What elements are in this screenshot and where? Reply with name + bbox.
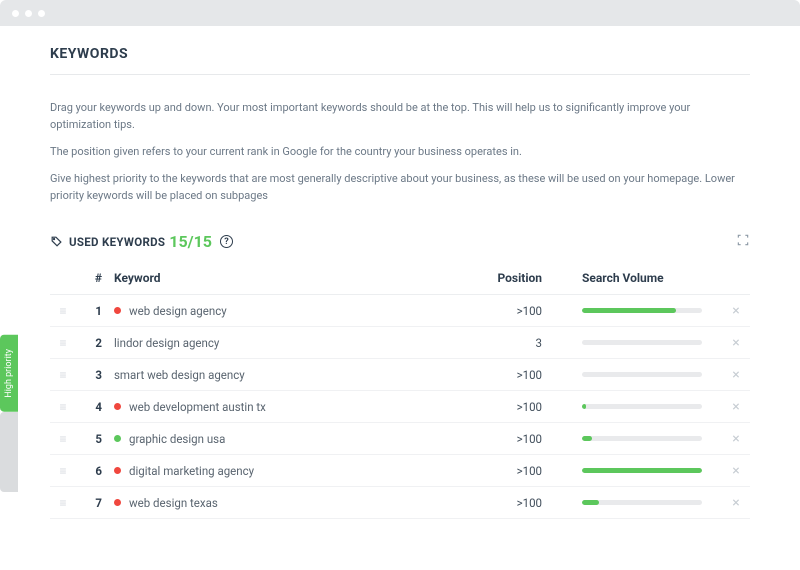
page-title: KEYWORDS (50, 46, 750, 62)
keyword-cell: web design texas (102, 496, 472, 510)
row-number: 7 (76, 496, 102, 510)
table-row[interactable]: ≡ 3 smart web design agency >100 × (50, 359, 750, 391)
status-dot-icon (114, 435, 121, 442)
table-row[interactable]: ≡ 7 web design texas >100 × (50, 487, 750, 519)
delete-row-button[interactable]: × (722, 463, 750, 479)
table-row[interactable]: ≡ 2 lindor design agency 3 × (50, 327, 750, 359)
keyword-cell: smart web design agency (102, 368, 472, 382)
row-number: 2 (76, 336, 102, 350)
row-number: 4 (76, 400, 102, 414)
intro-text: Drag your keywords up and down. Your mos… (50, 99, 750, 204)
table-row[interactable]: ≡ 6 digital marketing agency >100 × (50, 455, 750, 487)
drag-handle-icon[interactable]: ≡ (50, 464, 76, 478)
col-number: # (76, 271, 102, 285)
used-keywords-header: USED KEYWORDS 15/15 ? (50, 232, 750, 251)
window-dot (12, 10, 19, 17)
keyword-text: digital marketing agency (129, 464, 254, 478)
position-cell: >100 (472, 464, 552, 478)
tag-icon (50, 235, 63, 248)
drag-handle-icon[interactable]: ≡ (50, 432, 76, 446)
keywords-table: # Keyword Position Search Volume ≡ 1 web… (50, 261, 750, 519)
delete-row-button[interactable]: × (722, 431, 750, 447)
keyword-text: web design agency (129, 304, 227, 318)
table-row[interactable]: ≡ 4 web development austin tx >100 × (50, 391, 750, 423)
keyword-text: web design texas (129, 496, 218, 510)
browser-titlebar (0, 0, 800, 26)
volume-cell (552, 308, 722, 313)
keyword-text: smart web design agency (114, 368, 245, 382)
table-row[interactable]: ≡ 5 graphic design usa >100 × (50, 423, 750, 455)
drag-handle-icon[interactable]: ≡ (50, 336, 76, 350)
intro-line: The position given refers to your curren… (50, 143, 750, 160)
row-number: 1 (76, 304, 102, 318)
keyword-cell: web design agency (102, 304, 472, 318)
col-position: Position (472, 271, 552, 285)
drag-handle-icon[interactable]: ≡ (50, 496, 76, 510)
divider (50, 74, 750, 75)
help-icon[interactable]: ? (220, 235, 233, 248)
keyword-cell: web development austin tx (102, 400, 472, 414)
position-cell: 3 (472, 336, 552, 350)
keyword-text: lindor design agency (114, 336, 219, 350)
expand-icon[interactable] (736, 232, 750, 251)
position-cell: >100 (472, 400, 552, 414)
keyword-text: graphic design usa (129, 432, 225, 446)
status-dot-icon (114, 467, 121, 474)
position-cell: >100 (472, 432, 552, 446)
row-number: 3 (76, 368, 102, 382)
keyword-cell: digital marketing agency (102, 464, 472, 478)
status-dot-icon (114, 307, 121, 314)
status-dot-icon (114, 499, 121, 506)
volume-cell (552, 468, 722, 473)
keyword-cell: graphic design usa (102, 432, 472, 446)
drag-handle-icon[interactable]: ≡ (50, 368, 76, 382)
drag-handle-icon[interactable]: ≡ (50, 400, 76, 414)
position-cell: >100 (472, 368, 552, 382)
col-volume: Search Volume (552, 271, 722, 285)
intro-line: Drag your keywords up and down. Your mos… (50, 99, 750, 133)
row-number: 6 (76, 464, 102, 478)
position-cell: >100 (472, 304, 552, 318)
window-dot (25, 10, 32, 17)
keyword-count: 15/15 (169, 232, 212, 251)
drag-handle-icon[interactable]: ≡ (50, 304, 76, 318)
volume-cell (552, 372, 722, 377)
intro-line: Give highest priority to the keywords th… (50, 170, 750, 204)
volume-cell (552, 340, 722, 345)
volume-cell (552, 404, 722, 409)
keyword-text: web development austin tx (129, 400, 266, 414)
position-cell: >100 (472, 496, 552, 510)
col-keyword: Keyword (102, 271, 472, 285)
delete-row-button[interactable]: × (722, 335, 750, 351)
volume-cell (552, 436, 722, 441)
section-label: USED KEYWORDS (69, 235, 165, 249)
window-dot (38, 10, 45, 17)
table-header: # Keyword Position Search Volume (50, 261, 750, 295)
delete-row-button[interactable]: × (722, 495, 750, 511)
status-dot-icon (114, 403, 121, 410)
delete-row-button[interactable]: × (722, 367, 750, 383)
volume-cell (552, 500, 722, 505)
delete-row-button[interactable]: × (722, 399, 750, 415)
delete-row-button[interactable]: × (722, 303, 750, 319)
table-row[interactable]: ≡ 1 web design agency >100 × (50, 295, 750, 327)
row-number: 5 (76, 432, 102, 446)
keyword-cell: lindor design agency (102, 336, 472, 350)
